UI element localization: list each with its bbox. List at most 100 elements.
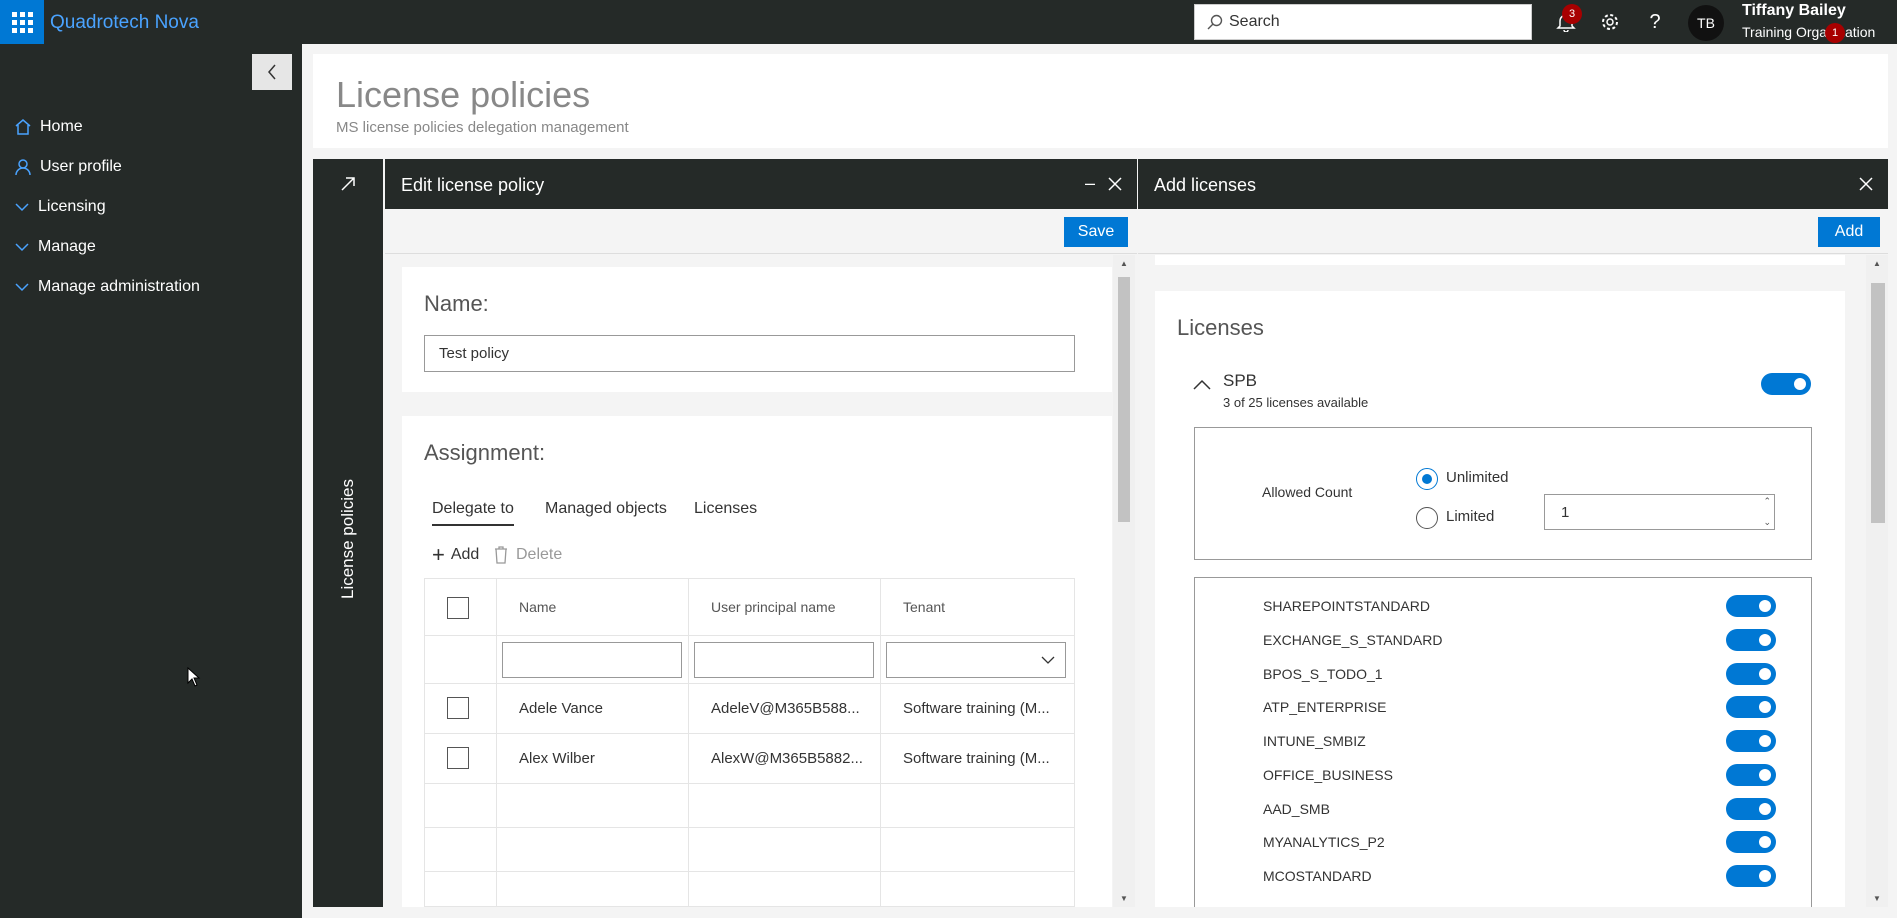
panel-toolbar: Add bbox=[1138, 209, 1888, 254]
scroll-down-icon[interactable]: ▼ bbox=[1120, 894, 1128, 903]
minimize-icon[interactable]: – bbox=[1085, 173, 1095, 194]
save-button[interactable]: Save bbox=[1064, 217, 1128, 247]
scrollbar-thumb[interactable] bbox=[1871, 283, 1885, 523]
waffle-icon bbox=[11, 11, 33, 33]
add-licenses-button[interactable]: Add bbox=[1818, 217, 1880, 247]
name-card: Name: bbox=[402, 267, 1112, 392]
chevron-down-icon bbox=[15, 203, 29, 212]
sidebar: Home User profile Licensing Manage Manag… bbox=[0, 44, 302, 918]
collapsed-panel-strip[interactable]: License policies bbox=[313, 159, 383, 907]
service-toggle[interactable] bbox=[1726, 764, 1776, 786]
add-panel-scrollbar[interactable]: ▲ ▼ bbox=[1866, 255, 1888, 907]
limited-count-value: 1 bbox=[1561, 504, 1570, 521]
service-toggle[interactable] bbox=[1726, 730, 1776, 752]
chevron-down-icon bbox=[1041, 656, 1055, 664]
app-name[interactable]: Quadrotech Nova bbox=[50, 12, 199, 34]
sidebar-item-manage[interactable]: Manage bbox=[14, 238, 96, 256]
chevron-up-icon[interactable] bbox=[1193, 379, 1211, 391]
delete-label: Delete bbox=[516, 546, 563, 563]
sidebar-item-user-profile[interactable]: User profile bbox=[14, 158, 122, 176]
service-toggle[interactable] bbox=[1726, 865, 1776, 887]
row-upn: AdeleV@M365B588... bbox=[711, 700, 860, 717]
service-toggle[interactable] bbox=[1726, 696, 1776, 718]
chevron-left-icon bbox=[268, 64, 276, 80]
tab-managed-objects[interactable]: Managed objects bbox=[545, 500, 667, 518]
table-row[interactable]: Alex Wilber AlexW@M365B5882... Software … bbox=[425, 734, 1074, 783]
sku-toggle[interactable] bbox=[1761, 373, 1811, 395]
tenant-filter-select[interactable] bbox=[886, 642, 1066, 678]
delegates-table: Name User principal name Tenant Adele Va… bbox=[424, 578, 1075, 907]
edit-panel-scrollbar[interactable]: ▲ ▼ bbox=[1113, 255, 1135, 907]
close-icon[interactable] bbox=[1107, 176, 1123, 192]
sidebar-item-label: Licensing bbox=[38, 198, 106, 215]
service-name: MCOSTANDARD bbox=[1263, 868, 1372, 884]
help-icon: ? bbox=[1649, 10, 1661, 33]
unlimited-label: Unlimited bbox=[1446, 469, 1509, 486]
expand-icon[interactable] bbox=[339, 175, 357, 193]
row-name: Adele Vance bbox=[519, 700, 603, 717]
stepper-up-icon[interactable]: ⌃ bbox=[1763, 496, 1771, 507]
scroll-up-icon[interactable]: ▲ bbox=[1873, 259, 1881, 268]
service-toggle[interactable] bbox=[1726, 629, 1776, 651]
collapsed-panel-label: License policies bbox=[338, 478, 357, 600]
close-icon[interactable] bbox=[1858, 176, 1874, 192]
sidebar-item-manage-administration[interactable]: Manage administration bbox=[14, 278, 200, 296]
app-launcher-button[interactable] bbox=[0, 0, 44, 44]
limited-label: Limited bbox=[1446, 508, 1495, 525]
add-button[interactable]: + Add bbox=[432, 544, 479, 566]
search-box[interactable]: Search bbox=[1194, 4, 1532, 40]
column-header-name[interactable]: Name bbox=[519, 599, 556, 615]
limited-count-stepper[interactable]: 1 ⌃ ⌄ bbox=[1544, 494, 1775, 530]
scroll-down-icon[interactable]: ▼ bbox=[1873, 894, 1881, 903]
unlimited-radio[interactable] bbox=[1416, 468, 1438, 490]
stepper-down-icon[interactable]: ⌄ bbox=[1763, 517, 1771, 528]
avatar[interactable]: TB bbox=[1688, 5, 1724, 41]
row-checkbox[interactable] bbox=[447, 747, 469, 769]
table-row[interactable]: Adele Vance AdeleV@M365B588... Software … bbox=[425, 684, 1074, 733]
scrollbar-thumb[interactable] bbox=[1118, 277, 1130, 522]
row-name: Alex Wilber bbox=[519, 750, 595, 767]
org-badge: 1 bbox=[1825, 23, 1845, 43]
service-row: MYANALYTICS_P2 bbox=[1195, 831, 1811, 858]
allowed-count-label: Allowed Count bbox=[1262, 484, 1353, 500]
column-header-upn[interactable]: User principal name bbox=[711, 599, 836, 615]
chevron-down-icon bbox=[15, 243, 29, 252]
sidebar-item-licensing[interactable]: Licensing bbox=[14, 198, 106, 216]
settings-button[interactable] bbox=[1598, 10, 1622, 34]
sku-name: SPB bbox=[1223, 371, 1258, 390]
chevron-down-icon bbox=[15, 283, 29, 292]
service-row: SHAREPOINTSTANDARD bbox=[1195, 595, 1811, 622]
row-checkbox[interactable] bbox=[447, 697, 469, 719]
collapse-sidebar-button[interactable] bbox=[252, 54, 292, 90]
card-edge bbox=[1155, 255, 1845, 265]
column-header-tenant[interactable]: Tenant bbox=[903, 599, 945, 615]
select-all-checkbox[interactable] bbox=[447, 597, 469, 619]
upn-filter-input[interactable] bbox=[694, 642, 874, 678]
person-icon bbox=[15, 159, 31, 176]
name-label: Name: bbox=[424, 291, 489, 316]
service-toggle[interactable] bbox=[1726, 663, 1776, 685]
limited-radio[interactable] bbox=[1416, 507, 1438, 529]
service-row: AAD_SMB bbox=[1195, 798, 1811, 825]
licenses-card: Licenses SPB 3 of 25 licenses available … bbox=[1155, 291, 1845, 907]
tab-licenses[interactable]: Licenses bbox=[694, 500, 757, 518]
sidebar-item-home[interactable]: Home bbox=[14, 118, 83, 136]
service-toggle[interactable] bbox=[1726, 798, 1776, 820]
service-plans-box: SHAREPOINTSTANDARD EXCHANGE_S_STANDARD B… bbox=[1194, 577, 1812, 907]
service-name: SHAREPOINTSTANDARD bbox=[1263, 598, 1430, 614]
delete-button[interactable]: Delete bbox=[494, 546, 562, 564]
panel-header: Edit license policy – bbox=[385, 159, 1137, 209]
home-icon bbox=[15, 119, 31, 135]
service-toggle[interactable] bbox=[1726, 831, 1776, 853]
sku-availability: 3 of 25 licenses available bbox=[1223, 395, 1369, 410]
name-filter-input[interactable] bbox=[502, 642, 682, 678]
row-tenant: Software training (M... bbox=[903, 700, 1050, 717]
scroll-up-icon[interactable]: ▲ bbox=[1120, 259, 1128, 268]
help-button[interactable]: ? bbox=[1643, 10, 1667, 34]
row-upn: AlexW@M365B5882... bbox=[711, 750, 863, 767]
trash-icon bbox=[495, 546, 507, 564]
tab-delegate-to[interactable]: Delegate to bbox=[432, 500, 514, 526]
user-name[interactable]: Tiffany Bailey bbox=[1742, 2, 1846, 20]
name-input[interactable] bbox=[424, 335, 1075, 372]
service-toggle[interactable] bbox=[1726, 595, 1776, 617]
